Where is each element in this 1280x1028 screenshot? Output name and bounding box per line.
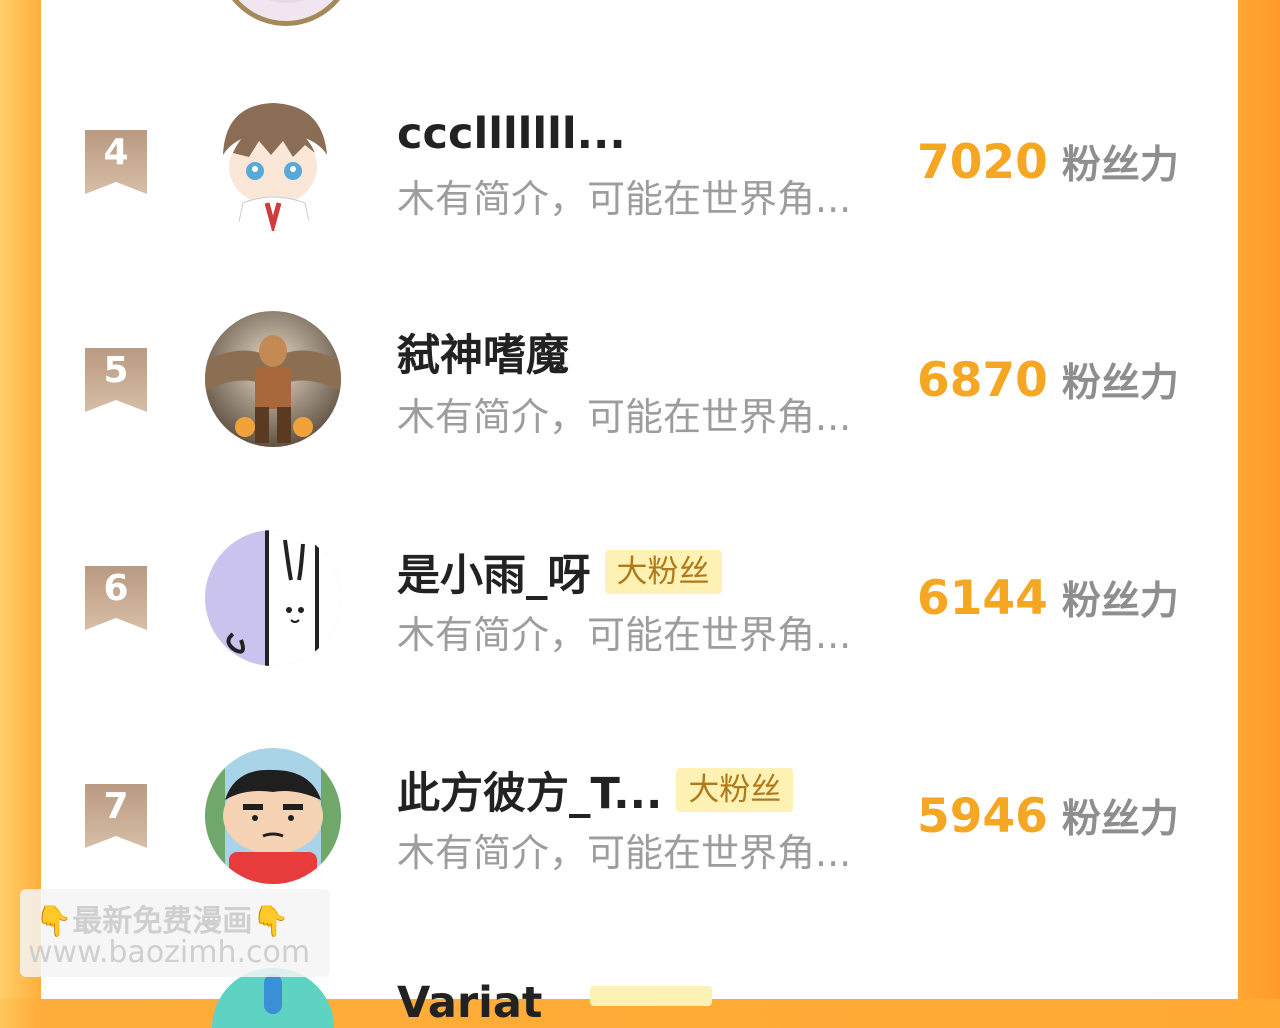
fan-power-value: 6870 [917, 352, 1048, 408]
rank-number: 4 [103, 132, 129, 173]
rank-number: 5 [103, 350, 129, 391]
user-bio: 木有简介，可能在世界角... [397, 395, 852, 439]
fan-power-unit: 粉丝力 [1061, 579, 1179, 624]
big-fan-badge: 大粉丝 [676, 768, 794, 812]
user-name[interactable]: ccclllllll... [397, 109, 626, 159]
fan-power: 5946 粉丝力 [917, 786, 1179, 846]
big-fan-badge-next-row [590, 986, 712, 1006]
user-name-line: 弑神嗜魔 [397, 321, 569, 383]
list-item-rank-4[interactable]: 4 ccclllllll... 木有简介，可能在世界角... 7020 粉丝力 [0, 82, 1280, 242]
fan-power-unit: 粉丝力 [1061, 361, 1179, 406]
avatar[interactable] [205, 311, 341, 447]
user-name[interactable]: 是小雨_呀 [397, 541, 591, 603]
rank-badge: 5 [85, 348, 147, 412]
rank-number: 6 [103, 568, 129, 609]
rank-badge: 6 [85, 566, 147, 630]
list-item-rank-6[interactable]: 6 是小雨_呀 大粉丝 木有简介，可能在世界角... 6144 粉丝力 [0, 518, 1280, 678]
fan-power: 6144 粉丝力 [917, 568, 1179, 628]
user-name-line: 是小雨_呀 大粉丝 [397, 541, 722, 603]
fan-power-value: 5946 [917, 788, 1048, 844]
big-fan-badge: 大粉丝 [604, 550, 722, 594]
user-bio: 木有简介，可能在世界角... [397, 613, 852, 657]
user-name-line: ccclllllll... [397, 106, 626, 162]
fan-power-unit: 粉丝力 [1061, 797, 1179, 842]
avatar[interactable] [205, 748, 341, 884]
rank-number: 7 [103, 786, 129, 827]
user-name[interactable]: 此方彼方_T... [397, 759, 662, 821]
user-name[interactable]: 弑神嗜魔 [397, 321, 569, 383]
fan-power: 7020 粉丝力 [917, 132, 1179, 192]
fan-power: 6870 粉丝力 [917, 350, 1179, 410]
user-bio: 木有简介，可能在世界角... [397, 831, 852, 875]
list-item-rank-5[interactable]: 5 弑神嗜魔 木有简介，可能在世界角... 6870 粉丝力 [0, 300, 1280, 460]
fan-power-unit: 粉丝力 [1061, 143, 1179, 188]
pointing-down-icon: 👇 [252, 904, 290, 939]
rank-badge: 7 [85, 784, 147, 848]
pointing-down-icon: 👇 [35, 904, 73, 939]
user-name-next-row[interactable]: Variat [397, 978, 542, 1028]
watermark-text: 最新免费漫画 [72, 904, 253, 939]
fan-power-value: 6144 [917, 570, 1048, 626]
avatar[interactable] [205, 95, 341, 231]
watermark-title: 👇最新免费漫画👇 [35, 896, 290, 940]
user-name-line: 此方彼方_T... 大粉丝 [397, 759, 794, 821]
user-bio: 木有简介，可能在世界角... [397, 177, 852, 221]
rank-badge: 4 [85, 130, 147, 194]
avatar[interactable] [205, 530, 341, 666]
watermark-url: www.baozimh.com [28, 935, 311, 970]
list-item-rank-7[interactable]: 7 此方彼方_T... 大粉丝 木有简介，可能在世界角... 5946 粉丝力 [0, 736, 1280, 896]
fan-power-value: 7020 [917, 134, 1048, 190]
